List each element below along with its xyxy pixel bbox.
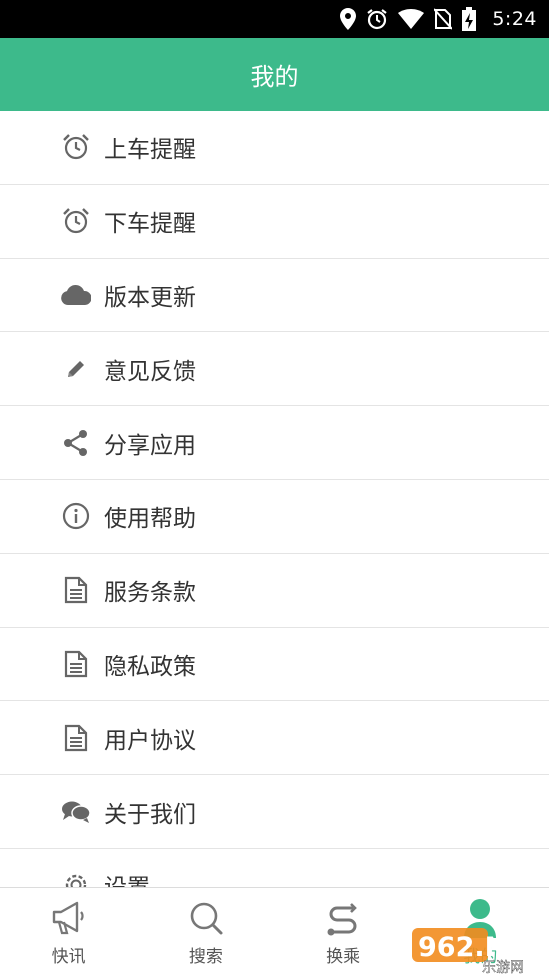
clock-time: 5:24 — [492, 8, 537, 30]
share-icon — [60, 427, 92, 459]
location-icon — [340, 8, 357, 30]
info-icon — [60, 500, 92, 532]
menu-item-label: 使用帮助 — [104, 506, 196, 533]
no-sim-icon — [434, 8, 453, 30]
app-header: 我的 — [0, 38, 549, 111]
cloud-icon — [60, 279, 92, 311]
menu-item-label: 版本更新 — [104, 284, 196, 311]
menu-item-settings[interactable]: 设置 — [0, 849, 549, 887]
menu-item-feedback[interactable]: 意见反馈 — [0, 332, 549, 407]
menu-item-label: 设置 — [104, 868, 150, 887]
menu-item-share-app[interactable]: 分享应用 — [0, 406, 549, 480]
alarm-clock-icon — [60, 205, 92, 237]
menu-item-label: 上车提醒 — [104, 137, 196, 164]
tab-news[interactable]: 快讯 — [0, 888, 137, 977]
tab-label: 换乘 — [326, 947, 361, 967]
gear-icon — [60, 869, 92, 887]
tab-label: 快讯 — [51, 947, 86, 967]
menu-item-label: 用户协议 — [104, 727, 196, 754]
search-icon — [186, 898, 226, 938]
alarm-clock-icon — [60, 131, 92, 163]
alarm-icon — [366, 8, 388, 30]
menu-item-label: 分享应用 — [104, 432, 196, 459]
document-icon — [60, 648, 92, 680]
menu-item-terms-of-service[interactable]: 服务条款 — [0, 554, 549, 628]
menu-item-version-update[interactable]: 版本更新 — [0, 259, 549, 333]
menu-item-help[interactable]: 使用帮助 — [0, 480, 549, 554]
menu-item-user-agreement[interactable]: 用户协议 — [0, 701, 549, 776]
menu-item-label: 关于我们 — [104, 801, 196, 828]
tab-label: 搜索 — [188, 947, 223, 967]
menu-item-label: 意见反馈 — [104, 358, 196, 385]
tab-mine[interactable]: 我的 — [412, 888, 549, 977]
tab-label: 我的 — [463, 947, 498, 967]
megaphone-icon — [49, 898, 89, 938]
document-icon — [60, 722, 92, 754]
tab-transfer[interactable]: 换乘 — [275, 888, 412, 977]
menu-item-label: 隐私政策 — [104, 653, 196, 680]
menu-item-label: 下车提醒 — [104, 211, 196, 238]
settings-menu-list[interactable]: 上车提醒 下车提醒 版本更新 意见反馈 分享应用 使用帮助 服务条款 隐私政策 … — [0, 111, 549, 887]
route-icon — [323, 898, 363, 938]
battery-charging-icon — [462, 7, 477, 31]
menu-item-about-us[interactable]: 关于我们 — [0, 775, 549, 849]
bottom-tab-bar: 快讯 搜索 换乘 我的 — [0, 887, 549, 977]
tab-search[interactable]: 搜索 — [137, 888, 274, 977]
wifi-icon — [398, 9, 425, 29]
user-icon — [460, 898, 500, 938]
menu-item-privacy-policy[interactable]: 隐私政策 — [0, 628, 549, 702]
menu-item-boarding-reminder[interactable]: 上车提醒 — [0, 111, 549, 185]
status-bar: 5:24 — [0, 0, 549, 38]
menu-item-label: 服务条款 — [104, 580, 196, 607]
page-title: 我的 — [250, 63, 299, 91]
document-icon — [60, 574, 92, 606]
menu-item-alighting-reminder[interactable]: 下车提醒 — [0, 185, 549, 259]
pencil-icon — [60, 353, 92, 385]
chat-bubbles-icon — [60, 796, 92, 828]
